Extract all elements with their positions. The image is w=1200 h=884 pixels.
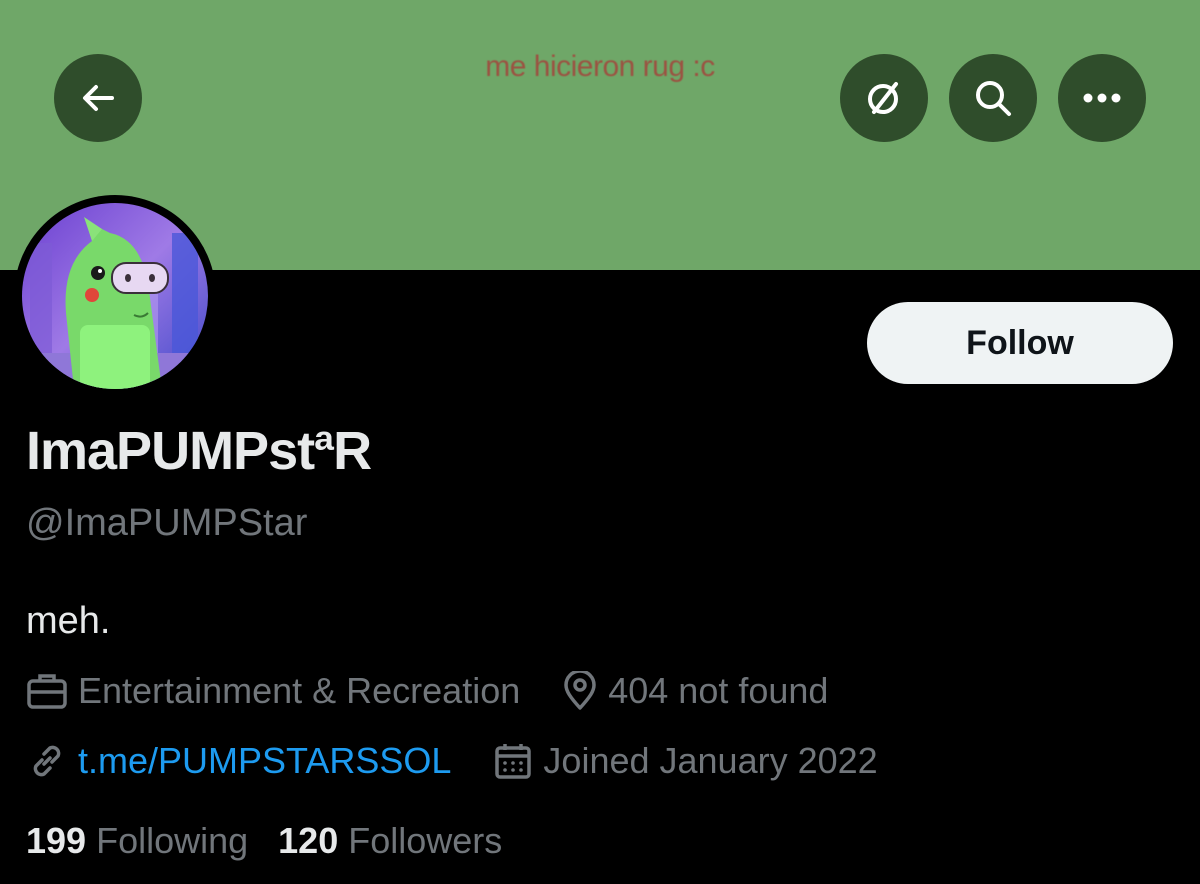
- profile-stats: 199 Following 120 Followers: [26, 820, 532, 862]
- website-link[interactable]: t.me/PUMPSTARSSOL: [78, 740, 451, 782]
- back-button[interactable]: [54, 54, 142, 142]
- website-item[interactable]: t.me/PUMPSTARSSOL: [26, 740, 451, 782]
- search-icon: [976, 81, 1011, 116]
- location-item: 404 not found: [562, 670, 828, 712]
- category-item: Entertainment & Recreation: [26, 670, 520, 712]
- avatar-image: [22, 203, 208, 389]
- location-text: 404 not found: [608, 670, 829, 711]
- bio: meh.: [26, 600, 111, 642]
- grok-button[interactable]: [840, 54, 928, 142]
- arrow-left-icon: [83, 85, 114, 111]
- follow-button[interactable]: Follow: [867, 302, 1173, 384]
- briefcase-icon: [27, 674, 67, 709]
- profile-meta-row-2: t.me/PUMPSTARSSOL Joined January 2022: [26, 740, 878, 782]
- joined-item: Joined January 2022: [493, 740, 878, 782]
- following-stat[interactable]: 199 Following: [26, 820, 248, 862]
- followers-stat[interactable]: 120 Followers: [278, 820, 502, 862]
- search-button[interactable]: [949, 54, 1037, 142]
- followers-label: Followers: [348, 820, 503, 861]
- following-count: 199: [26, 820, 87, 861]
- more-horizontal-icon: [1083, 93, 1121, 103]
- profile-meta-row-1: Entertainment & Recreation 404 not found: [26, 670, 828, 712]
- grok-slash-icon: [868, 82, 898, 114]
- avatar[interactable]: [14, 195, 216, 397]
- location-pin-icon: [564, 671, 596, 710]
- display-name: ImaPUMPstªR: [26, 421, 372, 481]
- joined-text: Joined January 2022: [543, 740, 878, 781]
- more-button[interactable]: [1058, 54, 1146, 142]
- handle: @ImaPUMPStar: [26, 502, 308, 544]
- followers-count: 120: [278, 820, 339, 861]
- following-label: Following: [96, 820, 249, 861]
- calendar-icon: [495, 744, 532, 779]
- category-text: Entertainment & Recreation: [78, 670, 521, 711]
- link-icon: [33, 745, 61, 777]
